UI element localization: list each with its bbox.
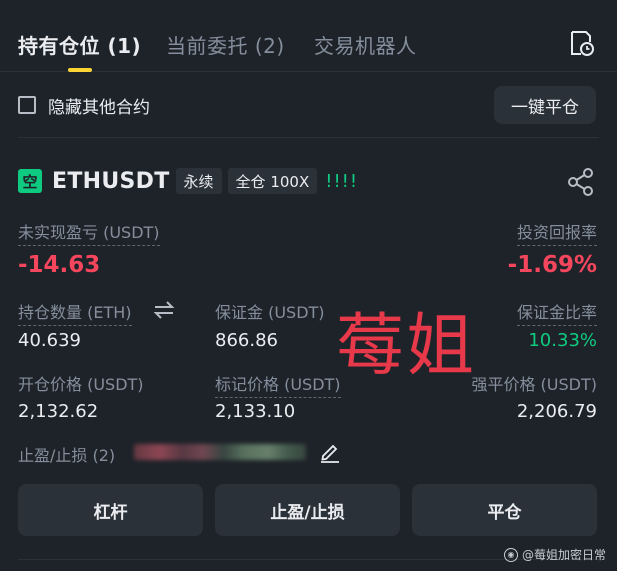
symbol-name[interactable]: ETHUSDT [52,169,170,194]
entry-price-value: 2,132.62 [18,401,99,422]
unrealized-pnl-label[interactable]: 未实现盈亏 (USDT) [18,219,160,246]
roi-label[interactable]: 投资回报率 [516,219,597,246]
short-badge: 空 [18,169,42,193]
share-icon[interactable] [566,167,596,197]
position-tabs: 持有仓位 (1) 当前委托 (2) 交易机器人 [0,0,617,72]
mark-price-value: 2,133.10 [215,401,296,422]
edit-icon[interactable] [319,441,341,463]
divider [18,137,599,138]
swap-icon[interactable] [153,300,175,320]
close-all-button[interactable]: 一键平仓 [494,86,596,124]
position-size-label[interactable]: 持仓数量 (ETH) [18,299,132,326]
hide-other-checkbox[interactable] [18,96,36,114]
margin-mode-tag[interactable]: 全仓 100X [227,168,318,194]
history-icon[interactable] [566,28,596,58]
redacted-tpsl-values [134,444,306,460]
mark-price-label[interactable]: 标记价格 (USDT) [215,371,341,398]
hide-other-contracts-toggle[interactable]: 隐藏其他合约 [18,94,150,118]
margin-label: 保证金 (USDT) [215,303,325,322]
close-position-button[interactable]: 平仓 [412,484,597,536]
tab-positions[interactable]: 持有仓位 (1) [18,30,141,59]
hide-other-label: 隐藏其他合约 [48,97,150,118]
tab-open-orders[interactable]: 当前委托 (2) [166,30,285,59]
leverage-button[interactable]: 杠杆 [18,484,203,536]
position-header: 空 ETHUSDT 永续 全仓 100X !!!! [18,166,358,196]
margin-ratio-value: 10.33% [528,330,597,351]
risk-warning: !!!! [325,170,359,192]
margin-ratio-label[interactable]: 保证金比率 [516,299,597,326]
watermark-text: 莓姐 [336,307,477,386]
roi-value: -1.69% [507,252,597,278]
liquidation-price-value: 2,206.79 [516,401,597,422]
active-tab-indicator [68,68,92,72]
tab-trading-bots[interactable]: 交易机器人 [314,30,417,59]
entry-price-label: 开仓价格 (USDT) [18,375,144,394]
contract-type-tag: 永续 [175,168,222,194]
footer-watermark-text: @莓姐加密日常 [522,548,607,562]
footer-watermark: ◉ @莓姐加密日常 [504,546,606,563]
margin-value: 866.86 [215,330,278,351]
tpsl-label: 止盈/止损 (2) [18,446,116,465]
unrealized-pnl-value: -14.63 [18,252,101,278]
position-size-value: 40.639 [18,330,81,351]
tpsl-button[interactable]: 止盈/止损 [215,484,400,536]
liquidation-price-label: 强平价格 (USDT) [471,375,597,394]
weibo-logo-icon: ◉ [504,547,518,562]
